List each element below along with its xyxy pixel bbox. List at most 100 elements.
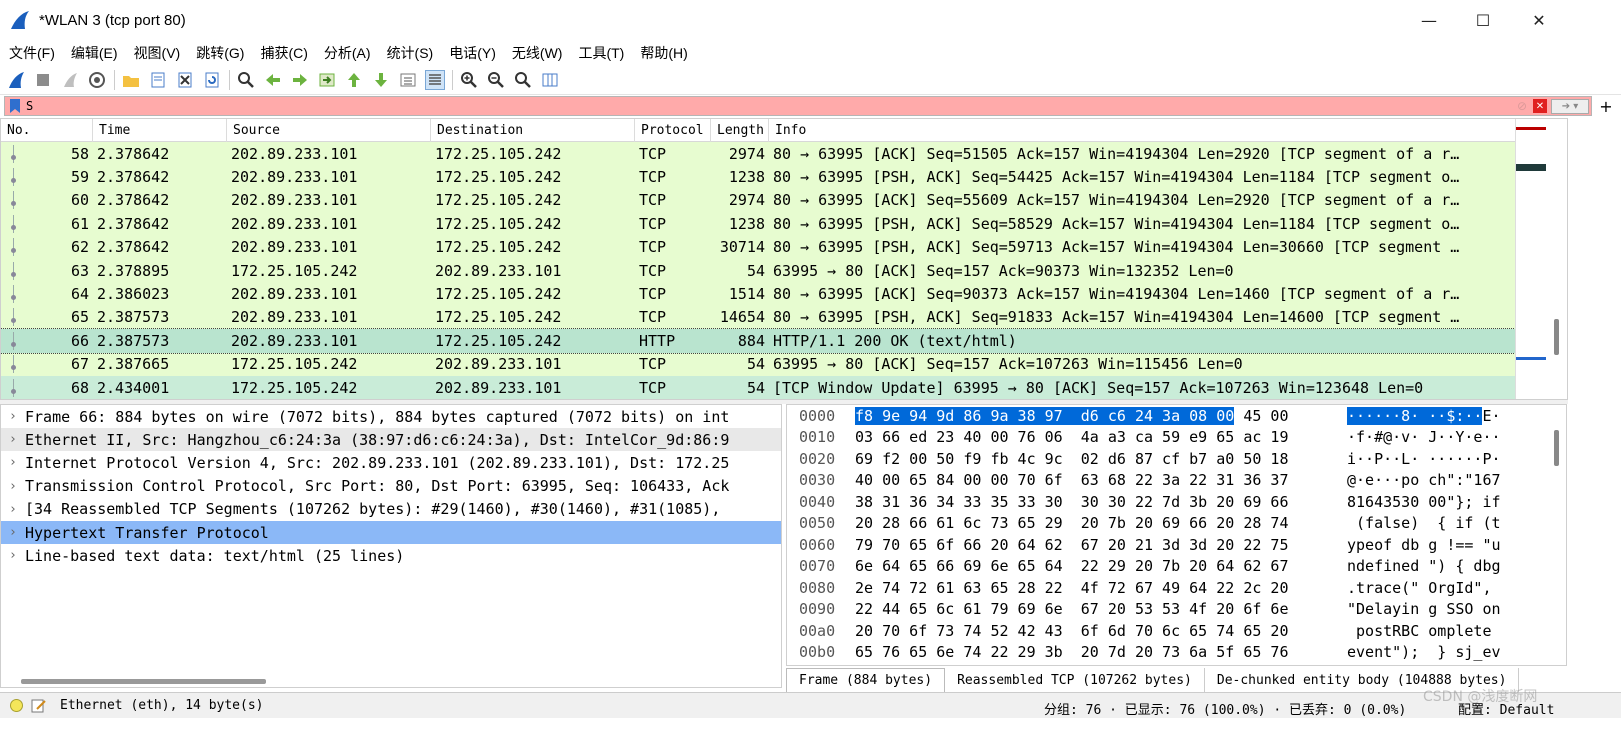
cell-len: 54 xyxy=(746,355,765,374)
detail-frame[interactable]: › Frame 66: 884 bytes on wire (7072 bits)… xyxy=(1,405,781,428)
chevron-right-icon[interactable]: › xyxy=(9,502,25,517)
cell-info: 63995 → 80 [ACK] Seq=157 Ack=107263 Win=… xyxy=(773,355,1243,374)
tab-reassembled-tcp[interactable]: Reassembled TCP (107262 bytes) xyxy=(945,668,1205,692)
start-capture-icon[interactable] xyxy=(6,70,26,90)
packet-row[interactable]: 60 2.378642 202.89.233.101 172.25.105.242 TC… xyxy=(1,188,1567,213)
save-file-icon[interactable] xyxy=(148,70,168,90)
bytes-row[interactable]: 0080 2e 74 72 61 63 65 28 22 4f 72 67 49 … xyxy=(787,577,1566,599)
open-file-icon[interactable] xyxy=(121,70,141,90)
go-to-packet-icon[interactable] xyxy=(317,70,337,90)
display-filter-input[interactable] xyxy=(26,97,1515,115)
bytes-row[interactable]: 0060 79 70 65 6f 66 20 64 62 67 20 21 3d … xyxy=(787,534,1566,556)
column-header-time[interactable]: Time xyxy=(93,119,227,142)
bytes-row[interactable]: 0050 20 28 66 61 6c 73 65 29 20 7b 20 69 … xyxy=(787,513,1566,535)
packet-row[interactable]: 66 2.387573 202.89.233.101 172.25.105.242 HT… xyxy=(1,328,1567,354)
detail-ip[interactable]: › Internet Protocol Version 4, Src: 202.8… xyxy=(1,451,781,474)
add-filter-button[interactable]: + xyxy=(1596,96,1616,116)
packet-row[interactable]: 62 2.378642 202.89.233.101 172.25.105.242 TC… xyxy=(1,235,1567,259)
conversation-dot xyxy=(11,341,16,347)
detail-tcp[interactable]: › Transmission Control Protocol, Src Port… xyxy=(1,475,781,498)
column-header-no[interactable]: No. xyxy=(1,119,93,142)
column-header-length[interactable]: Length xyxy=(711,119,769,142)
chevron-right-icon[interactable]: › xyxy=(9,432,25,447)
column-header-protocol[interactable]: Protocol xyxy=(635,119,711,142)
close-file-icon[interactable] xyxy=(175,70,195,90)
menu-tools[interactable]: 工具(T) xyxy=(578,43,624,63)
maximize-button[interactable]: ☐ xyxy=(1456,0,1510,40)
bytes-row[interactable]: 0070 6e 64 65 66 69 6e 65 64 22 29 20 7b … xyxy=(787,556,1566,578)
chevron-right-icon[interactable]: › xyxy=(9,455,25,470)
menu-go[interactable]: 跳转(G) xyxy=(196,43,244,63)
close-button[interactable]: ✕ xyxy=(1512,0,1566,40)
packet-row[interactable]: 65 2.387573 202.89.233.101 172.25.105.242 TC… xyxy=(1,305,1567,330)
packet-row[interactable]: 63 2.378895 172.25.105.242 202.89.233.101 TC… xyxy=(1,258,1567,283)
zoom-in-icon[interactable] xyxy=(459,70,479,90)
resize-columns-icon[interactable] xyxy=(540,70,560,90)
bytes-row[interactable]: 00b0 65 76 65 6e 74 22 29 3b 20 7d 20 73 … xyxy=(787,642,1566,664)
column-header-info[interactable]: Info xyxy=(769,119,1567,142)
packet-row[interactable]: 59 2.378642 202.89.233.101 172.25.105.242 TC… xyxy=(1,165,1567,189)
detail-ethernet[interactable]: › Ethernet II, Src: Hangzhou_c6:24:3a (38… xyxy=(1,428,781,452)
packet-row[interactable]: 58 2.378642 202.89.233.101 172.25.105.242 TC… xyxy=(1,142,1567,166)
menu-view[interactable]: 视图(V) xyxy=(134,43,181,63)
detail-text-data[interactable]: › Line-based text data: text/html (25 lin… xyxy=(1,544,781,567)
stop-capture-icon[interactable] xyxy=(33,70,53,90)
menu-edit[interactable]: 编辑(E) xyxy=(71,43,118,63)
packet-row[interactable]: 68 2.434001 172.25.105.242 202.89.233.101 TC… xyxy=(1,375,1567,399)
details-hscrollbar[interactable] xyxy=(21,679,266,684)
bytes-row[interactable]: 0090 22 44 65 6c 61 79 69 6e 67 20 53 53 … xyxy=(787,599,1566,621)
reload-file-icon[interactable] xyxy=(202,70,222,90)
column-header-source[interactable]: Source xyxy=(227,119,431,142)
menu-wireless[interactable]: 无线(W) xyxy=(512,43,563,63)
bytes-row[interactable]: 0020 69 f2 00 50 f9 fb 4c 9c 02 d6 87 cf … xyxy=(787,448,1566,470)
find-packet-icon[interactable] xyxy=(236,70,256,90)
apply-filter-button[interactable]: ➔ ▾ xyxy=(1551,98,1589,114)
menu-statistics[interactable]: 统计(S) xyxy=(387,43,434,63)
menu-telephony[interactable]: 电话(Y) xyxy=(449,43,496,63)
menu-capture[interactable]: 捕获(C) xyxy=(260,43,307,63)
go-forward-icon[interactable] xyxy=(290,70,310,90)
menu-analyze[interactable]: 分析(A) xyxy=(324,43,371,63)
bytes-row[interactable]: 00a0 20 70 6f 73 74 52 42 43 6f 6d 70 6c … xyxy=(787,620,1566,642)
chevron-right-icon[interactable]: › xyxy=(9,548,25,563)
bytes-row[interactable]: 0010 03 66 ed 23 40 00 76 06 4a a3 ca 59 … xyxy=(787,427,1566,449)
packet-row[interactable]: 67 2.387665 172.25.105.242 202.89.233.101 TC… xyxy=(1,352,1567,376)
packet-row[interactable]: 61 2.378642 202.89.233.101 172.25.105.242 TC… xyxy=(1,212,1567,236)
chevron-right-icon[interactable]: › xyxy=(9,479,25,494)
bytes-row[interactable]: 0040 38 31 36 34 33 35 33 30 30 30 22 7d … xyxy=(787,491,1566,513)
packet-bytes[interactable]: 0000 f8 9e 94 9d 86 9a 38 97 d6 c6 24 3a … xyxy=(786,404,1567,666)
clear-filter-icon[interactable]: ✕ xyxy=(1533,99,1547,113)
bookmark-icon[interactable] xyxy=(8,98,22,114)
packet-list-minimap[interactable] xyxy=(1515,119,1567,399)
auto-scroll-icon[interactable] xyxy=(398,70,418,90)
last-packet-icon[interactable] xyxy=(371,70,391,90)
menu-help[interactable]: 帮助(H) xyxy=(640,43,687,63)
tab-frame-bytes[interactable]: Frame (884 bytes) xyxy=(786,668,946,692)
chevron-right-icon[interactable]: › xyxy=(9,525,25,540)
chevron-right-icon[interactable]: › xyxy=(9,409,25,424)
menu-file[interactable]: 文件(F) xyxy=(9,43,55,63)
restart-capture-icon[interactable] xyxy=(60,70,80,90)
cell-no: 59 xyxy=(1,168,93,187)
capture-comment-icon[interactable] xyxy=(31,699,47,713)
zoom-out-icon[interactable] xyxy=(486,70,506,90)
detail-reassembled[interactable]: › [34 Reassembled TCP Segments (107262 by… xyxy=(1,498,781,521)
packet-details[interactable]: › Frame 66: 884 bytes on wire (7072 bits)… xyxy=(0,404,782,688)
packet-list[interactable]: No. Time Source Destination Protocol Len… xyxy=(0,118,1568,400)
byte-offset: 0010 xyxy=(799,428,836,447)
cell-info: HTTP/1.1 200 OK (text/html) xyxy=(773,331,1017,350)
normal-size-icon[interactable] xyxy=(513,70,533,90)
bytes-row[interactable]: 0000 f8 9e 94 9d 86 9a 38 97 d6 c6 24 3a … xyxy=(787,405,1566,427)
minimize-button[interactable]: — xyxy=(1402,0,1456,40)
detail-http[interactable]: › Hypertext Transfer Protocol xyxy=(1,520,781,545)
go-back-icon[interactable] xyxy=(263,70,283,90)
first-packet-icon[interactable] xyxy=(344,70,364,90)
colorize-icon[interactable] xyxy=(425,70,445,90)
expert-info-icon[interactable] xyxy=(10,699,23,712)
scrollbar-thumb[interactable] xyxy=(1554,319,1559,355)
capture-options-icon[interactable] xyxy=(87,70,107,90)
column-header-destination[interactable]: Destination xyxy=(431,119,635,142)
bytes-row[interactable]: 0030 40 00 65 84 00 00 70 6f 63 68 22 3a … xyxy=(787,470,1566,492)
packet-row[interactable]: 64 2.386023 202.89.233.101 172.25.105.242 TC… xyxy=(1,282,1567,306)
bytes-scrollbar[interactable] xyxy=(1554,430,1559,466)
